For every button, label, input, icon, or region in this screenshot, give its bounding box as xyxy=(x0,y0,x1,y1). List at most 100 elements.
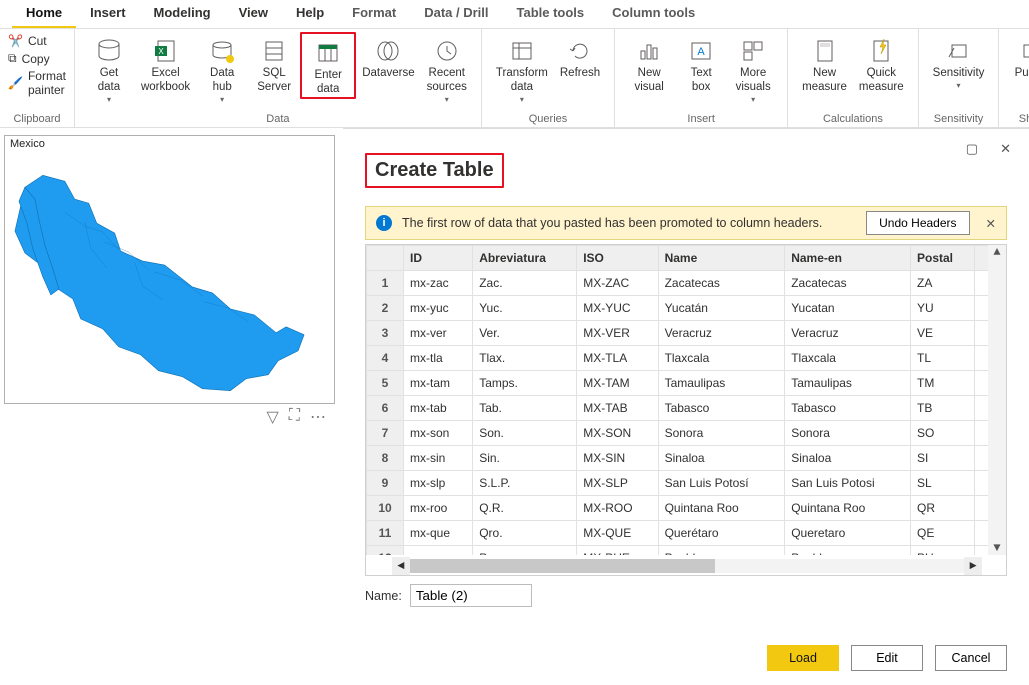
tab-help[interactable]: Help xyxy=(282,0,338,28)
cell[interactable]: Tabasco xyxy=(658,396,785,421)
table-row[interactable]: 2mx-yucYuc.MX-YUCYucatánYucatanYU xyxy=(367,296,1006,321)
cell[interactable]: mx-slp xyxy=(404,471,473,496)
maximize-icon[interactable]: ▢ xyxy=(966,141,978,157)
excel-workbook-button[interactable]: XExcel workbook xyxy=(135,32,196,95)
row-number[interactable]: 8 xyxy=(367,446,404,471)
cell[interactable]: S.L.P. xyxy=(473,471,577,496)
cell[interactable]: TM xyxy=(911,371,975,396)
data-hub-button[interactable]: Data hub▾ xyxy=(196,32,248,104)
row-number[interactable]: 11 xyxy=(367,521,404,546)
quick-measure-button[interactable]: Quick measure xyxy=(853,32,910,95)
text-box-button[interactable]: AText box xyxy=(675,32,727,95)
table-row[interactable]: 4mx-tlaTlax.MX-TLATlaxcalaTlaxcalaTL xyxy=(367,346,1006,371)
cell[interactable]: Tlax. xyxy=(473,346,577,371)
cell[interactable]: MX-SIN xyxy=(577,446,658,471)
cell[interactable]: SL xyxy=(911,471,975,496)
cell[interactable]: Quintana Roo xyxy=(658,496,785,521)
get-data-button[interactable]: Get data▾ xyxy=(83,32,135,104)
cell[interactable]: MX-SLP xyxy=(577,471,658,496)
cell[interactable]: Pue. xyxy=(473,546,577,556)
cell[interactable]: Querétaro xyxy=(658,521,785,546)
column-header[interactable]: Abreviatura xyxy=(473,246,577,271)
dataverse-button[interactable]: Dataverse xyxy=(356,32,420,81)
row-number[interactable]: 7 xyxy=(367,421,404,446)
tab-column-tools[interactable]: Column tools xyxy=(598,0,709,28)
cell[interactable]: Tlaxcala xyxy=(785,346,911,371)
row-number[interactable]: 10 xyxy=(367,496,404,521)
cell[interactable]: YU xyxy=(911,296,975,321)
cell[interactable]: Tamps. xyxy=(473,371,577,396)
table-row[interactable]: 11mx-queQro.MX-QUEQuerétaroQueretaroQE xyxy=(367,521,1006,546)
table-row[interactable]: 6mx-tabTab.MX-TABTabascoTabascoTB xyxy=(367,396,1006,421)
cell[interactable]: PU xyxy=(911,546,975,556)
cell[interactable]: Son. xyxy=(473,421,577,446)
cell[interactable]: San Luis Potosí xyxy=(658,471,785,496)
undo-headers-button[interactable]: Undo Headers xyxy=(866,211,969,235)
column-header[interactable]: Name xyxy=(658,246,785,271)
cell[interactable]: SI xyxy=(911,446,975,471)
cell[interactable]: TB xyxy=(911,396,975,421)
cell[interactable]: mx-pue xyxy=(404,546,473,556)
cell[interactable]: Zacatecas xyxy=(658,271,785,296)
row-number[interactable]: 3 xyxy=(367,321,404,346)
format-painter-button[interactable]: 🖌️Format painter xyxy=(8,69,66,97)
cell[interactable]: VE xyxy=(911,321,975,346)
row-number[interactable]: 12 xyxy=(367,546,404,556)
cell[interactable]: San Luis Potosi xyxy=(785,471,911,496)
cell[interactable]: Qro. xyxy=(473,521,577,546)
cell[interactable]: mx-tla xyxy=(404,346,473,371)
cell[interactable]: SO xyxy=(911,421,975,446)
new-measure-button[interactable]: New measure xyxy=(796,32,853,95)
cell[interactable]: MX-VER xyxy=(577,321,658,346)
row-number[interactable]: 9 xyxy=(367,471,404,496)
cell[interactable]: Sin. xyxy=(473,446,577,471)
cell[interactable]: mx-sin xyxy=(404,446,473,471)
tab-view[interactable]: View xyxy=(225,0,282,28)
tab-modeling[interactable]: Modeling xyxy=(140,0,225,28)
cell[interactable]: MX-TLA xyxy=(577,346,658,371)
column-header[interactable]: ID xyxy=(404,246,473,271)
cell[interactable]: Zacatecas xyxy=(785,271,911,296)
table-row[interactable]: 9mx-slpS.L.P.MX-SLPSan Luis PotosíSan Lu… xyxy=(367,471,1006,496)
edit-button[interactable]: Edit xyxy=(851,645,923,671)
cell[interactable]: Veracruz xyxy=(658,321,785,346)
copy-button[interactable]: ⧉Copy xyxy=(8,51,66,66)
filter-icon[interactable]: ▽ xyxy=(266,407,278,427)
close-icon[interactable]: ✕ xyxy=(1000,141,1011,157)
enter-data-button[interactable]: Enter data xyxy=(300,32,356,99)
table-row[interactable]: 5mx-tamTamps.MX-TAMTamaulipasTamaulipasT… xyxy=(367,371,1006,396)
cell[interactable]: Q.R. xyxy=(473,496,577,521)
row-number[interactable]: 6 xyxy=(367,396,404,421)
table-row[interactable]: 1mx-zacZac.MX-ZACZacatecasZacatecasZA xyxy=(367,271,1006,296)
row-number[interactable]: 5 xyxy=(367,371,404,396)
cell[interactable]: mx-zac xyxy=(404,271,473,296)
cell[interactable]: MX-TAB xyxy=(577,396,658,421)
tab-data-drill[interactable]: Data / Drill xyxy=(410,0,502,28)
table-row[interactable]: 3mx-verVer.MX-VERVeracruzVeracruzVE xyxy=(367,321,1006,346)
cell[interactable]: mx-son xyxy=(404,421,473,446)
cell[interactable]: Queretaro xyxy=(785,521,911,546)
more-visuals-button[interactable]: More visuals▾ xyxy=(727,32,779,104)
cell[interactable]: mx-ver xyxy=(404,321,473,346)
cell[interactable]: TL xyxy=(911,346,975,371)
publish-button[interactable]: Publish xyxy=(1007,32,1029,81)
cell[interactable]: Puebla xyxy=(785,546,911,556)
table-row[interactable]: 10mx-rooQ.R.MX-ROOQuintana RooQuintana R… xyxy=(367,496,1006,521)
recent-sources-button[interactable]: Recent sources▾ xyxy=(421,32,473,104)
load-button[interactable]: Load xyxy=(767,645,839,671)
cell[interactable]: mx-tam xyxy=(404,371,473,396)
cell[interactable]: Veracruz xyxy=(785,321,911,346)
table-row[interactable]: 8mx-sinSin.MX-SINSinaloaSinaloaSI xyxy=(367,446,1006,471)
cell[interactable]: Tamaulipas xyxy=(785,371,911,396)
map-visual[interactable]: Mexico ▽ ⛶ ⋯ xyxy=(4,135,335,404)
cell[interactable]: Sinaloa xyxy=(658,446,785,471)
vertical-scrollbar[interactable]: ▲▼ xyxy=(988,245,1006,555)
refresh-button[interactable]: Refresh xyxy=(554,32,606,81)
row-number[interactable]: 2 xyxy=(367,296,404,321)
column-header[interactable]: Name-en xyxy=(785,246,911,271)
cell[interactable]: QE xyxy=(911,521,975,546)
cell[interactable]: Yuc. xyxy=(473,296,577,321)
cell[interactable]: Tab. xyxy=(473,396,577,421)
tab-format[interactable]: Format xyxy=(338,0,410,28)
cell[interactable]: Sonora xyxy=(658,421,785,446)
